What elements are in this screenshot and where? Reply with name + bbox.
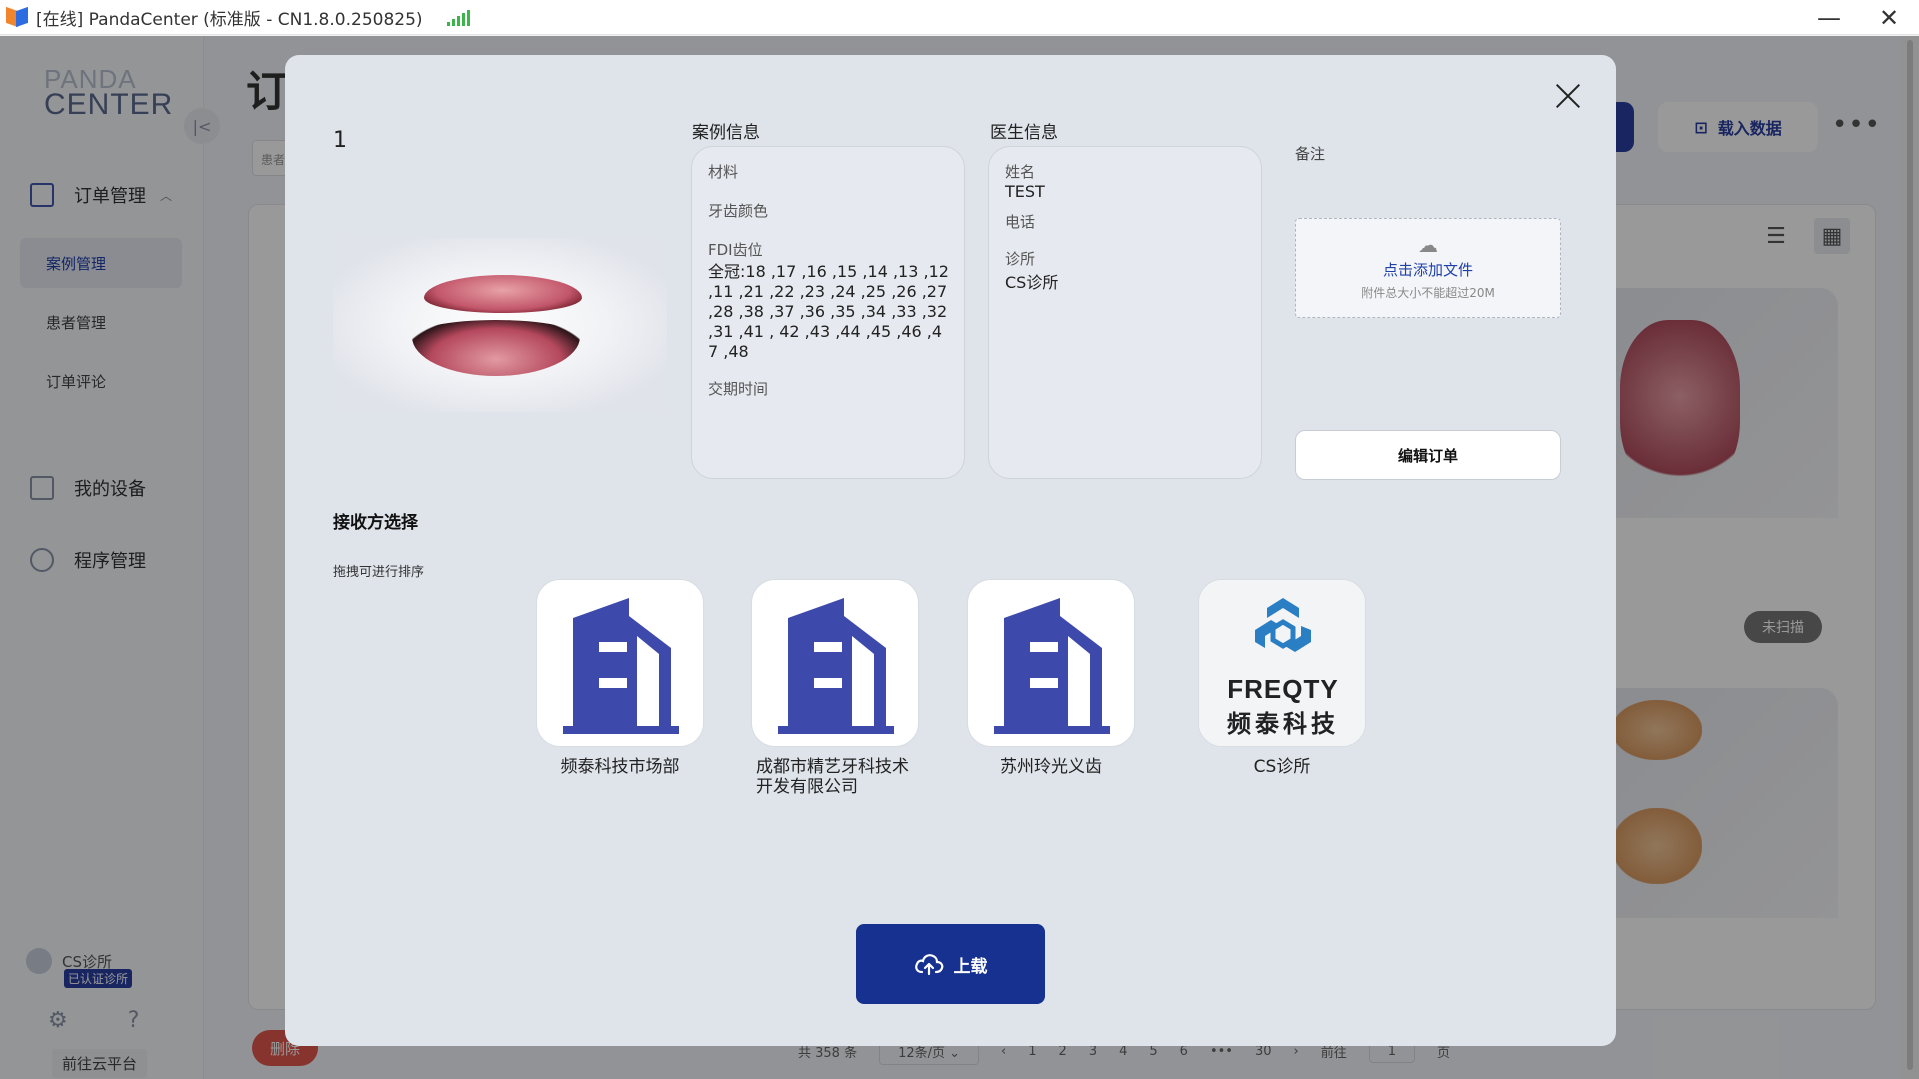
signal-strength-icon: [446, 8, 470, 26]
case-number: 1: [333, 128, 347, 153]
title-bar: [在线] PandaCenter (标准版 - CN1.8.0.250825) …: [0, 0, 1919, 35]
freqty-logo-en: FREQTY: [1227, 674, 1339, 704]
receiver-option[interactable]: FREQTY 频泰科技 CS诊所: [1197, 579, 1367, 777]
close-window-button[interactable]: ✕: [1859, 0, 1919, 35]
case-info-panel: 材料 牙齿颜色 FDI齿位 全冠:18 ,17 ,16 ,15 ,14 ,13 …: [691, 146, 965, 479]
attachment-size-hint: 附件总大小不能超过20M: [1361, 286, 1495, 300]
receiver-name: CS诊所: [1253, 757, 1311, 777]
case-info-title: 案例信息: [692, 123, 760, 143]
app-logo-icon: [6, 6, 28, 28]
receiver-tile[interactable]: FREQTY 频泰科技: [1198, 579, 1366, 747]
freqty-logo-cn: 频泰科技: [1227, 711, 1339, 738]
doctor-name-value: TEST: [1005, 182, 1045, 201]
receiver-name: 成都市精艺牙科技术开发有限公司: [756, 757, 909, 797]
remark-label: 备注: [1295, 145, 1326, 163]
receiver-tile[interactable]: [751, 579, 919, 747]
receiver-option[interactable]: 苏州玲光义齿: [966, 579, 1136, 777]
receiver-selection-title: 接收方选择: [333, 513, 418, 533]
minimize-button[interactable]: —: [1799, 0, 1859, 35]
edit-order-button[interactable]: 编辑订单: [1295, 430, 1561, 480]
add-attachment-dropzone[interactable]: ☁ 点击添加文件 附件总大小不能超过20M: [1295, 218, 1561, 318]
cloud-upload-icon: ☁: [1418, 233, 1438, 257]
fdi-value: 全冠:18 ,17 ,16 ,15 ,14 ,13 ,12 ,11 ,21 ,2…: [708, 262, 949, 361]
close-dialog-icon[interactable]: [1554, 82, 1582, 110]
clinic-label: 诊所: [1005, 250, 1036, 268]
receiver-tile[interactable]: [536, 579, 704, 747]
freqty-logo: FREQTY 频泰科技: [1199, 580, 1365, 746]
upload-button[interactable]: 上载: [856, 924, 1045, 1004]
receiver-name: 苏州玲光义齿: [1000, 757, 1102, 777]
receiver-option[interactable]: 频泰科技市场部: [535, 579, 705, 777]
receiver-tile[interactable]: [967, 579, 1135, 747]
building-icon: [994, 598, 1110, 734]
fdi-label: FDI齿位: [708, 241, 763, 259]
upper-jaw-scan-image: [424, 275, 582, 313]
receiver-name: 频泰科技市场部: [560, 757, 680, 777]
doctor-name-label: 姓名: [1005, 163, 1036, 181]
material-label: 材料: [708, 163, 739, 181]
window-title: [在线] PandaCenter (标准版 - CN1.8.0.250825): [36, 9, 423, 30]
phone-label: 电话: [1005, 213, 1036, 231]
building-icon: [563, 598, 679, 734]
doctor-info-title: 医生信息: [990, 123, 1058, 143]
clinic-value: CS诊所: [1005, 273, 1059, 292]
add-file-label: 点击添加文件: [1382, 261, 1473, 279]
doctor-info-panel: 姓名 TEST 电话 诊所 CS诊所: [988, 146, 1262, 479]
tooth-color-label: 牙齿颜色: [708, 202, 769, 220]
cloud-upload-icon: [914, 954, 943, 976]
building-icon: [778, 598, 894, 734]
delivery-time-label: 交期时间: [708, 380, 769, 398]
drag-sort-hint: 拖拽可进行排序: [333, 565, 425, 580]
freqty-emblem-icon: [1255, 598, 1311, 652]
receiver-option[interactable]: 成都市精艺牙科技术开发有限公司: [750, 579, 920, 797]
